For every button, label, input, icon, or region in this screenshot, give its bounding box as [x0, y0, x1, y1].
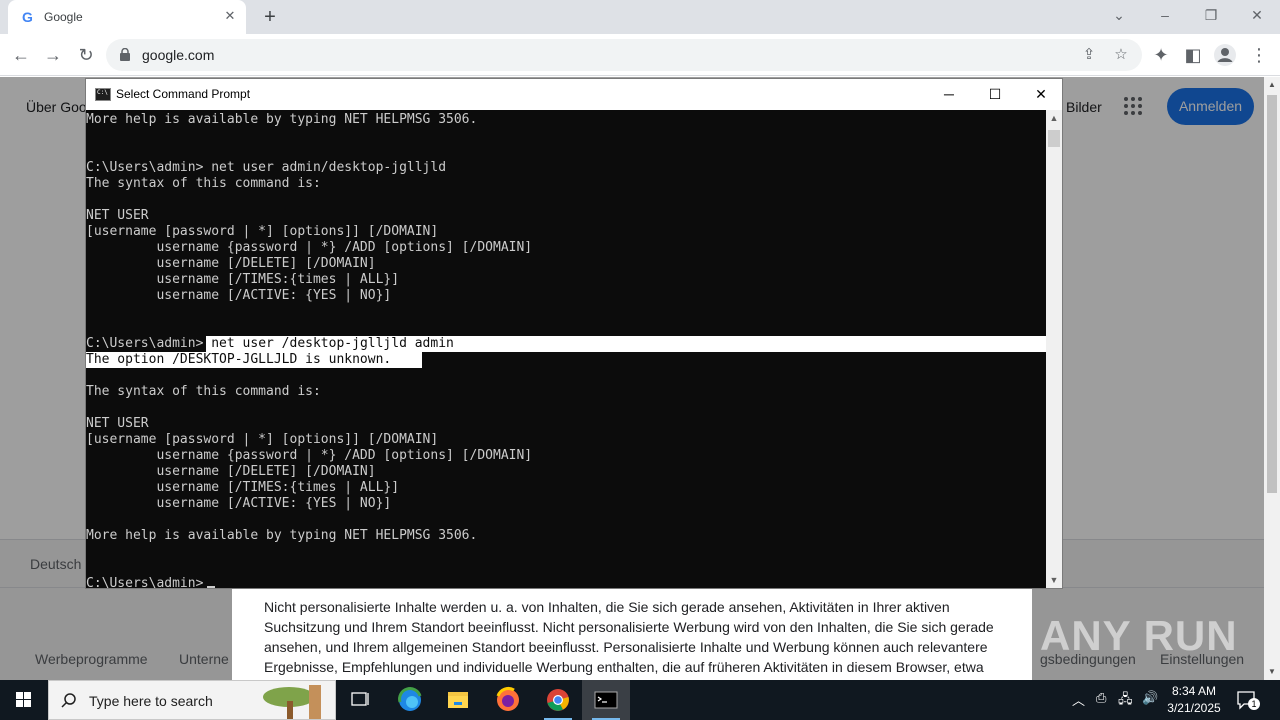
- cmd-app-icon: [95, 88, 111, 101]
- console-line: username [/TIMES:{times | ALL}]: [86, 272, 400, 287]
- browser-toolbar: ← → ↻ google.com ⇪ ☆ ✦ ◧ ⋮: [0, 34, 1280, 76]
- console-line: username [/DELETE] [/DOMAIN]: [86, 256, 376, 271]
- cmd-minimize-button[interactable]: ─: [926, 79, 972, 110]
- tray-overflow-chevron-icon[interactable]: ︿: [1072, 690, 1085, 709]
- console-line: username [/ACTIVE: {YES | NO}]: [86, 496, 392, 511]
- console-line: [username [password | *] [options]] [/DO…: [86, 432, 439, 447]
- profile-avatar-icon[interactable]: [1212, 42, 1238, 68]
- taskbar-search-box[interactable]: Type here to search: [48, 680, 336, 720]
- cmd-scroll-thumb[interactable]: [1048, 130, 1060, 147]
- taskbar: Type here to search ︿ ⎙ 🖧 🔊 8:34 AM 3/21…: [0, 680, 1280, 720]
- notification-center-icon[interactable]: 1: [1236, 690, 1260, 710]
- file-explorer-icon[interactable]: [434, 680, 482, 720]
- tab-google[interactable]: G Google ✕: [8, 0, 246, 34]
- chrome-taskbar-icon[interactable]: [534, 680, 582, 720]
- console-line: NET USER: [86, 208, 149, 223]
- console-line: username [/TIMES:{times | ALL}]: [86, 480, 400, 495]
- google-favicon-icon: G: [22, 9, 33, 25]
- tray-device-icon[interactable]: ⎙: [1096, 690, 1106, 706]
- console-line: C:\Users\admin>: [86, 576, 204, 588]
- url-text: google.com: [142, 47, 215, 63]
- volume-icon[interactable]: 🔊: [1142, 690, 1158, 706]
- edge-browser-icon[interactable]: [386, 680, 434, 720]
- cmd-title: Select Command Prompt: [116, 87, 251, 101]
- share-icon[interactable]: ⇪: [1078, 44, 1100, 66]
- console-cursor: [207, 586, 215, 588]
- console-line: username [/DELETE] [/DOMAIN]: [86, 464, 376, 479]
- close-window-button[interactable]: ✕: [1234, 0, 1280, 30]
- tab-strip: G Google ✕ + ⌄ – ❐ ✕: [0, 0, 1280, 34]
- firefox-icon[interactable]: [484, 680, 532, 720]
- consent-text: Nicht personalisierte Inhalte werden u. …: [264, 599, 994, 680]
- console-line: username {password | *} /ADD [options] […: [86, 240, 533, 255]
- clock-date: 3/21/2025: [1167, 701, 1221, 715]
- notification-badge: 1: [1248, 698, 1260, 710]
- restore-button[interactable]: ❐: [1188, 0, 1234, 30]
- extensions-puzzle-icon[interactable]: ✦: [1148, 42, 1174, 68]
- console-line: username [/ACTIVE: {YES | NO}]: [86, 288, 392, 303]
- reload-icon[interactable]: ↻: [73, 42, 99, 68]
- back-arrow-icon[interactable]: ←: [8, 42, 34, 68]
- tab-search-chevron-icon[interactable]: ⌄: [1096, 0, 1142, 30]
- scroll-up-arrow-icon[interactable]: ▲: [1264, 77, 1280, 93]
- new-tab-button[interactable]: +: [258, 6, 282, 28]
- bookmark-star-icon[interactable]: ☆: [1110, 44, 1132, 66]
- cmd-scroll-up-icon[interactable]: ▲: [1046, 110, 1062, 126]
- minimize-button[interactable]: –: [1142, 0, 1188, 30]
- page-scrollbar[interactable]: ▲ ▼: [1264, 77, 1280, 680]
- cmd-maximize-button[interactable]: ☐: [972, 79, 1018, 110]
- cmd-taskbar-icon[interactable]: [582, 680, 630, 720]
- search-highlight-illustration-icon: [263, 685, 321, 719]
- start-windows-icon[interactable]: [0, 680, 48, 720]
- lock-icon: [120, 48, 130, 61]
- console-line: C:\Users\admin> net user admin/desktop-j…: [86, 160, 447, 175]
- side-panel-icon[interactable]: ◧: [1180, 42, 1206, 68]
- taskbar-clock[interactable]: 8:34 AM 3/21/2025: [1158, 683, 1230, 717]
- consent-dialog: Nicht personalisierte Inhalte werden u. …: [232, 587, 1032, 680]
- cmd-scroll-down-icon[interactable]: ▼: [1046, 572, 1062, 588]
- scroll-down-arrow-icon[interactable]: ▼: [1264, 664, 1280, 680]
- search-placeholder: Type here to search: [89, 693, 213, 709]
- console-line: [username [password | *] [options]] [/DO…: [86, 224, 439, 239]
- tab-title: Google: [44, 10, 83, 24]
- search-icon: [61, 693, 76, 708]
- cmd-close-button[interactable]: ✕: [1018, 79, 1064, 110]
- console-output[interactable]: More help is available by typing NET HEL…: [86, 110, 1046, 588]
- anyrun-watermark: ANY RUN: [1040, 612, 1238, 659]
- page-scroll-thumb[interactable]: [1267, 95, 1277, 493]
- console-line: More help is available by typing NET HEL…: [86, 112, 478, 127]
- clock-time: 8:34 AM: [1171, 684, 1217, 698]
- forward-arrow-icon[interactable]: →: [40, 42, 66, 68]
- console-line: More help is available by typing NET HEL…: [86, 528, 478, 543]
- console-line: username {password | *} /ADD [options] […: [86, 448, 533, 463]
- console-line-selected: C:\Users\admin> net user /desktop-jglljl…: [86, 336, 454, 351]
- command-prompt-window[interactable]: Select Command Prompt ─ ☐ ✕ More help is…: [85, 78, 1063, 589]
- console-line: The option /DESKTOP-JGLLJLD is unknown.: [86, 352, 392, 367]
- console-line: The syntax of this command is:: [86, 176, 321, 191]
- console-line: NET USER: [86, 416, 149, 431]
- task-view-icon[interactable]: [336, 680, 384, 720]
- cmd-titlebar[interactable]: Select Command Prompt ─ ☐ ✕: [86, 79, 1062, 110]
- cmd-scrollbar[interactable]: ▲ ▼: [1046, 110, 1062, 588]
- address-bar[interactable]: google.com ⇪ ☆: [106, 39, 1142, 71]
- chrome-menu-icon[interactable]: ⋮: [1246, 42, 1272, 68]
- network-icon[interactable]: 🖧: [1118, 690, 1133, 712]
- tab-close-icon[interactable]: ✕: [222, 8, 238, 24]
- console-line: The syntax of this command is:: [86, 384, 321, 399]
